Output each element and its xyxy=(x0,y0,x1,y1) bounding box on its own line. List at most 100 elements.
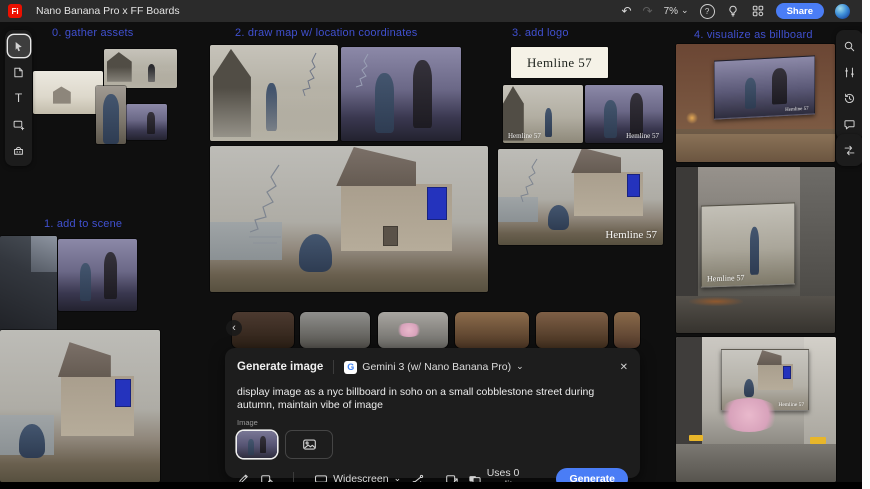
result-thumb-3[interactable] xyxy=(378,312,448,348)
watermark-text: Hemline 57 xyxy=(508,132,541,140)
search-tool[interactable] xyxy=(839,35,861,57)
asset-dusk-person-stone-with-map[interactable] xyxy=(341,47,461,141)
note-tool[interactable] xyxy=(8,61,30,83)
house-shape xyxy=(341,184,452,251)
lightbulb-icon[interactable] xyxy=(726,4,740,18)
blue-window-shape xyxy=(783,366,791,379)
widescreen-icon xyxy=(314,473,328,482)
firefly-logo-icon[interactable]: Fi xyxy=(8,4,22,18)
apps-settings-icon[interactable] xyxy=(751,4,765,18)
page-background-strip xyxy=(862,0,870,489)
text-tool[interactable]: T xyxy=(8,87,30,109)
add-reference-image-button[interactable] xyxy=(285,430,333,459)
asset-billboard-street-2[interactable]: Hemline 57 xyxy=(676,167,835,333)
cursor-icon xyxy=(12,40,25,53)
zoom-level-dropdown[interactable]: 7% ⌄ xyxy=(664,6,689,17)
image-section-label: Image xyxy=(225,412,640,427)
asset-logo-foggy[interactable]: Hemline 57 xyxy=(503,85,583,143)
asset-stone-person-dusk[interactable] xyxy=(58,239,137,311)
asset-logo-main-scene[interactable]: Hemline 57 xyxy=(498,149,663,245)
asset-denim-person-portrait[interactable] xyxy=(96,86,126,144)
cherry-blossom-shape xyxy=(396,323,422,337)
search-icon xyxy=(843,40,856,53)
prompt-input[interactable]: display image as a nyc billboard in soho… xyxy=(225,382,640,412)
canvas-label-gather-assets[interactable]: 0. gather assets xyxy=(52,27,133,39)
blue-window-shape xyxy=(115,379,130,407)
pen-tool-icon[interactable] xyxy=(237,472,250,482)
figure-shape xyxy=(80,263,91,300)
generate-button[interactable]: Generate xyxy=(556,468,628,482)
canvas-label-add-logo[interactable]: 3. add logo xyxy=(512,27,569,39)
assets-tool[interactable] xyxy=(8,139,30,161)
watermark-text: Hemline 57 xyxy=(605,229,657,241)
sitting-figure-shape xyxy=(19,424,45,457)
asset-dark-building[interactable] xyxy=(0,236,57,331)
aspect-ratio-value: Widescreen xyxy=(333,473,388,482)
flows-tool[interactable] xyxy=(839,139,861,161)
stone-shape xyxy=(413,60,432,128)
share-button[interactable]: Share xyxy=(776,3,824,19)
strip-prev-button[interactable]: ‹ xyxy=(226,320,242,336)
house-shape xyxy=(758,364,793,390)
asset-billboard-street-1[interactable]: Hemline 57 xyxy=(676,44,835,162)
figure-shape xyxy=(750,226,759,274)
divider xyxy=(293,472,294,482)
logo-card[interactable]: Hemline 57 xyxy=(511,47,608,78)
canvas-label-add-to-scene[interactable]: 1. add to scene xyxy=(44,218,122,230)
barn-shape xyxy=(53,86,71,103)
map-sketch-overlay xyxy=(511,157,551,211)
aspect-ratio-dropdown[interactable]: Widescreen ⌄ xyxy=(314,473,401,482)
result-thumb-5[interactable] xyxy=(536,312,608,348)
building-left-shape xyxy=(676,167,698,300)
figure-shape xyxy=(545,108,552,137)
house-shape xyxy=(574,172,643,216)
canvas-label-visualize-billboard[interactable]: 4. visualize as billboard xyxy=(694,29,813,41)
close-panel-icon[interactable]: ✕ xyxy=(620,362,628,373)
workflow-icon[interactable] xyxy=(411,472,425,482)
asset-logo-dusk[interactable]: Hemline 57 xyxy=(585,85,663,143)
watermark-text: Hemline 57 xyxy=(707,272,745,282)
asset-foggy-barn-figure[interactable] xyxy=(104,49,177,88)
generate-image-panel: Generate image G Gemini 3 (w/ Nano Banan… xyxy=(225,348,640,478)
filters-tool[interactable] xyxy=(839,61,861,83)
history-tool[interactable] xyxy=(839,87,861,109)
credits-indicator: Uses 0 credits xyxy=(468,467,546,482)
export-image-icon[interactable] xyxy=(445,472,459,482)
board-canvas[interactable]: 0. gather assets 1. add to scene 2. draw… xyxy=(0,22,862,482)
reference-image-thumb[interactable] xyxy=(237,431,277,458)
asset-house-sitting-person[interactable] xyxy=(0,330,160,482)
roof-shape xyxy=(336,147,416,186)
asset-white-field-barn[interactable] xyxy=(33,71,103,114)
autumn-leaves-shape xyxy=(689,297,743,307)
roof-shape xyxy=(58,342,111,377)
building-right-shape xyxy=(800,167,835,306)
result-thumb-6[interactable] xyxy=(614,312,640,348)
sliders-icon xyxy=(843,66,856,79)
asset-dusk-standing-stone[interactable] xyxy=(126,104,167,140)
canvas-label-draw-map[interactable]: 2. draw map w/ location coordinates xyxy=(235,27,417,39)
result-thumb-2[interactable] xyxy=(300,312,370,348)
asset-main-scene-map-house[interactable] xyxy=(210,146,488,292)
asset-billboard-street-3[interactable]: Hemline 57 xyxy=(676,337,836,482)
watermark-text: Hemline 57 xyxy=(785,106,808,112)
select-tool[interactable] xyxy=(8,35,30,57)
undo-icon[interactable]: ↶ xyxy=(621,5,631,17)
model-selector-dropdown[interactable]: G Gemini 3 (w/ Nano Banana Pro) ⌄ xyxy=(344,361,523,374)
redo-icon: ↷ xyxy=(643,5,653,17)
comments-tool[interactable] xyxy=(839,113,861,135)
user-avatar[interactable] xyxy=(835,4,850,19)
help-icon[interactable]: ? xyxy=(700,4,715,19)
streetlight-glow xyxy=(686,112,698,124)
frame-tool[interactable] xyxy=(8,113,30,135)
cobblestone-street-shape xyxy=(676,134,835,162)
taxi-shape xyxy=(810,437,826,444)
image-settings-icon[interactable] xyxy=(260,472,274,482)
image-placeholder-icon xyxy=(302,437,317,452)
asset-foggy-barn-with-map[interactable] xyxy=(210,45,338,141)
bottom-letterbox xyxy=(0,482,862,489)
figure-shape xyxy=(248,439,254,455)
result-thumb-4[interactable] xyxy=(455,312,529,348)
stone-shape xyxy=(630,93,643,136)
map-sketch-overlay xyxy=(348,52,378,92)
credits-icon xyxy=(468,473,481,482)
